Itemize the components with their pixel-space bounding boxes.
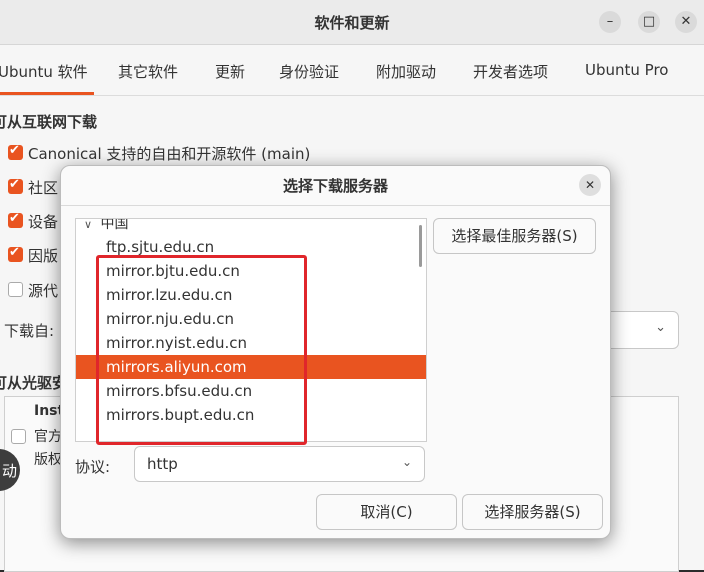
cdrom-item-line2: 版权	[34, 452, 62, 468]
protocol-label: 协议:	[75, 458, 111, 476]
tab-ubuntu-software[interactable]: Ubuntu 软件	[0, 61, 94, 95]
multiverse-checkbox[interactable]	[8, 245, 23, 262]
maximize-button[interactable]: □	[638, 11, 660, 33]
side-action-label: 动	[2, 462, 18, 480]
restricted-checkbox[interactable]	[8, 211, 23, 228]
cdrom-item-line1: 官方	[34, 429, 62, 445]
multiverse-label: 因版	[28, 247, 59, 265]
tree-group-label: 中国	[100, 218, 129, 232]
chevron-down-icon: ⌄	[655, 320, 666, 335]
download-server-combo[interactable]: ⌄	[600, 311, 679, 349]
annotation-highlight-box	[96, 255, 307, 445]
main-repo-label: Canonical 支持的自由和开源软件 (main)	[28, 145, 311, 163]
tab-authentication[interactable]: 身份验证	[279, 61, 339, 82]
universe-checkbox[interactable]	[8, 177, 23, 194]
tab-additional-drivers[interactable]: 附加驱动	[376, 61, 436, 82]
source-code-label: 源代	[28, 282, 59, 300]
dialog-divider	[61, 205, 610, 206]
list-scrollbar[interactable]	[419, 225, 422, 267]
restricted-label: 设备	[28, 213, 59, 231]
main-repo-checkbox[interactable]	[8, 143, 23, 160]
protocol-value: http	[147, 455, 178, 473]
dialog-title: 选择下载服务器	[282, 177, 388, 195]
dialog-close-button[interactable]: ✕	[579, 174, 601, 196]
close-button[interactable]: ✕	[675, 11, 697, 33]
source-code-checkbox[interactable]	[8, 282, 23, 297]
minimize-button[interactable]: –	[599, 11, 621, 33]
cdrom-section-title: 可从光驱安	[0, 374, 68, 392]
chevron-down-icon: ∨	[84, 218, 93, 231]
universe-label: 社区	[28, 179, 59, 197]
tab-other-software[interactable]: 其它软件	[118, 61, 178, 82]
internet-section-title: 可从互联网下载	[0, 113, 98, 131]
cdrom-checkbox[interactable]	[11, 429, 26, 444]
tab-developer-options[interactable]: 开发者选项	[473, 61, 548, 82]
tab-bar: Ubuntu 软件 其它软件 更新 身份验证 附加驱动 开发者选项 Ubuntu…	[0, 45, 704, 96]
cancel-button[interactable]: 取消(C)	[316, 494, 457, 530]
choose-server-dialog: 选择下载服务器 ✕ ∨ 中国 ftp.sjtu.edu.cn mirror.bj…	[60, 165, 611, 539]
chevron-down-icon: ⌄	[401, 455, 412, 469]
tree-group-china[interactable]: ∨ 中国	[84, 218, 129, 233]
title-bar: 软件和更新 – □ ✕	[0, 0, 704, 45]
tab-ubuntu-pro[interactable]: Ubuntu Pro	[585, 61, 668, 79]
select-best-server-button[interactable]: 选择最佳服务器(S)	[433, 218, 596, 254]
select-server-button[interactable]: 选择服务器(S)	[462, 494, 603, 530]
protocol-combo[interactable]: http ⌄	[134, 446, 425, 482]
download-from-label: 下载自:	[4, 322, 55, 340]
tab-updates[interactable]: 更新	[215, 61, 245, 82]
